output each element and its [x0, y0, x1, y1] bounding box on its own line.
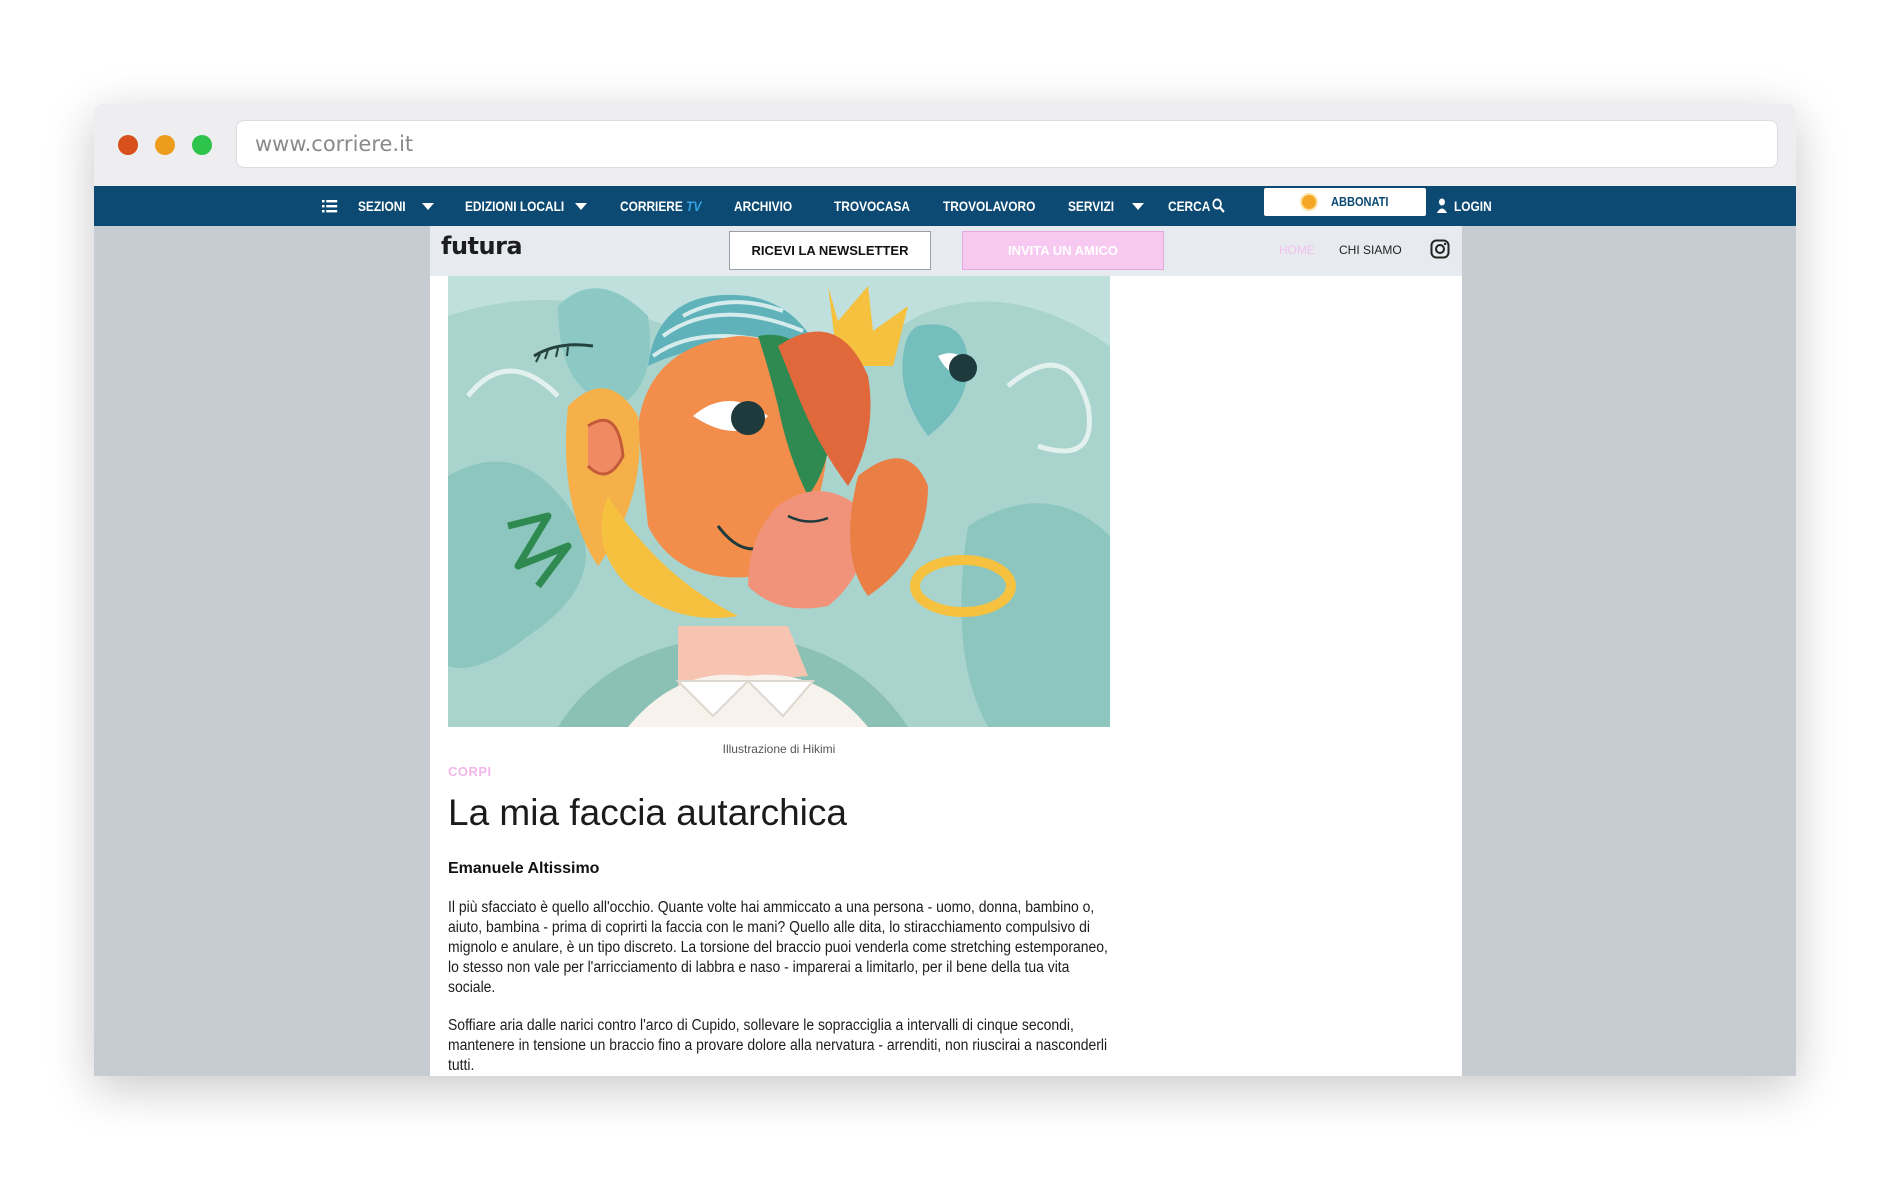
- nav-edizioni-locali[interactable]: EDIZIONI LOCALI: [465, 186, 564, 226]
- article-paragraph: Soffiare aria dalle narici contro l'arco…: [448, 1017, 1108, 1074]
- abbonati-label: ABBONATI: [1331, 194, 1389, 209]
- futura-logo[interactable]: futura: [441, 232, 523, 260]
- invite-friend-button[interactable]: INVITA UN AMICO: [962, 231, 1164, 270]
- nav-trovolavoro[interactable]: TROVOLAVORO: [943, 186, 1035, 226]
- nav-servizi[interactable]: SERVIZI: [1068, 186, 1114, 226]
- browser-titlebar: www.corriere.it: [94, 104, 1796, 186]
- maximize-window-button[interactable]: [192, 135, 212, 155]
- user-icon[interactable]: [1436, 186, 1448, 226]
- menu-icon[interactable]: [322, 186, 338, 226]
- corriere-navbar: SEZIONI EDIZIONI LOCALI CORRIERE TV ARCH…: [94, 186, 1796, 226]
- minimize-window-button[interactable]: [155, 135, 175, 155]
- futura-home-link[interactable]: HOME: [1279, 243, 1315, 257]
- article-title: La mia faccia autarchica: [448, 792, 847, 833]
- article-paragraph: Il più sfacciato è quello all'occhio. Qu…: [448, 899, 1108, 996]
- instagram-icon[interactable]: [1430, 239, 1450, 264]
- sun-icon: [1302, 195, 1316, 209]
- chevron-down-icon[interactable]: [422, 203, 434, 210]
- newsletter-button[interactable]: RICEVI LA NEWSLETTER: [729, 231, 931, 270]
- close-window-button[interactable]: [118, 135, 138, 155]
- article-illustration: [448, 276, 1110, 727]
- nav-corriere-label: CORRIERE: [620, 198, 683, 214]
- search-icon[interactable]: [1212, 186, 1226, 226]
- abbonati-button[interactable]: ABBONATI: [1264, 188, 1426, 216]
- address-bar[interactable]: www.corriere.it: [236, 120, 1778, 168]
- chevron-down-icon[interactable]: [575, 203, 587, 210]
- nav-corriere-tv[interactable]: CORRIERE TV: [620, 186, 701, 226]
- image-caption: Illustrazione di Hikimi: [722, 742, 836, 756]
- article-kicker[interactable]: CORPI: [448, 764, 492, 779]
- nav-login[interactable]: LOGIN: [1454, 186, 1492, 226]
- article-page: futura RICEVI LA NEWSLETTER INVITA UN AM…: [430, 226, 1462, 1076]
- nav-tv-label: TV: [686, 198, 702, 214]
- futura-chi-siamo-link[interactable]: CHI SIAMO: [1339, 243, 1402, 257]
- chevron-down-icon[interactable]: [1132, 203, 1144, 210]
- nav-sezioni[interactable]: SEZIONI: [358, 186, 406, 226]
- nav-cerca[interactable]: CERCA: [1168, 186, 1210, 226]
- nav-trovocasa[interactable]: TROVOCASA: [834, 186, 910, 226]
- futura-header: futura RICEVI LA NEWSLETTER INVITA UN AM…: [430, 226, 1462, 276]
- article-author: Emanuele Altissimo: [448, 860, 600, 877]
- browser-window: www.corriere.it SEZIONI EDIZIONI LOCALI …: [94, 104, 1796, 1076]
- nav-archivio[interactable]: ARCHIVIO: [734, 186, 792, 226]
